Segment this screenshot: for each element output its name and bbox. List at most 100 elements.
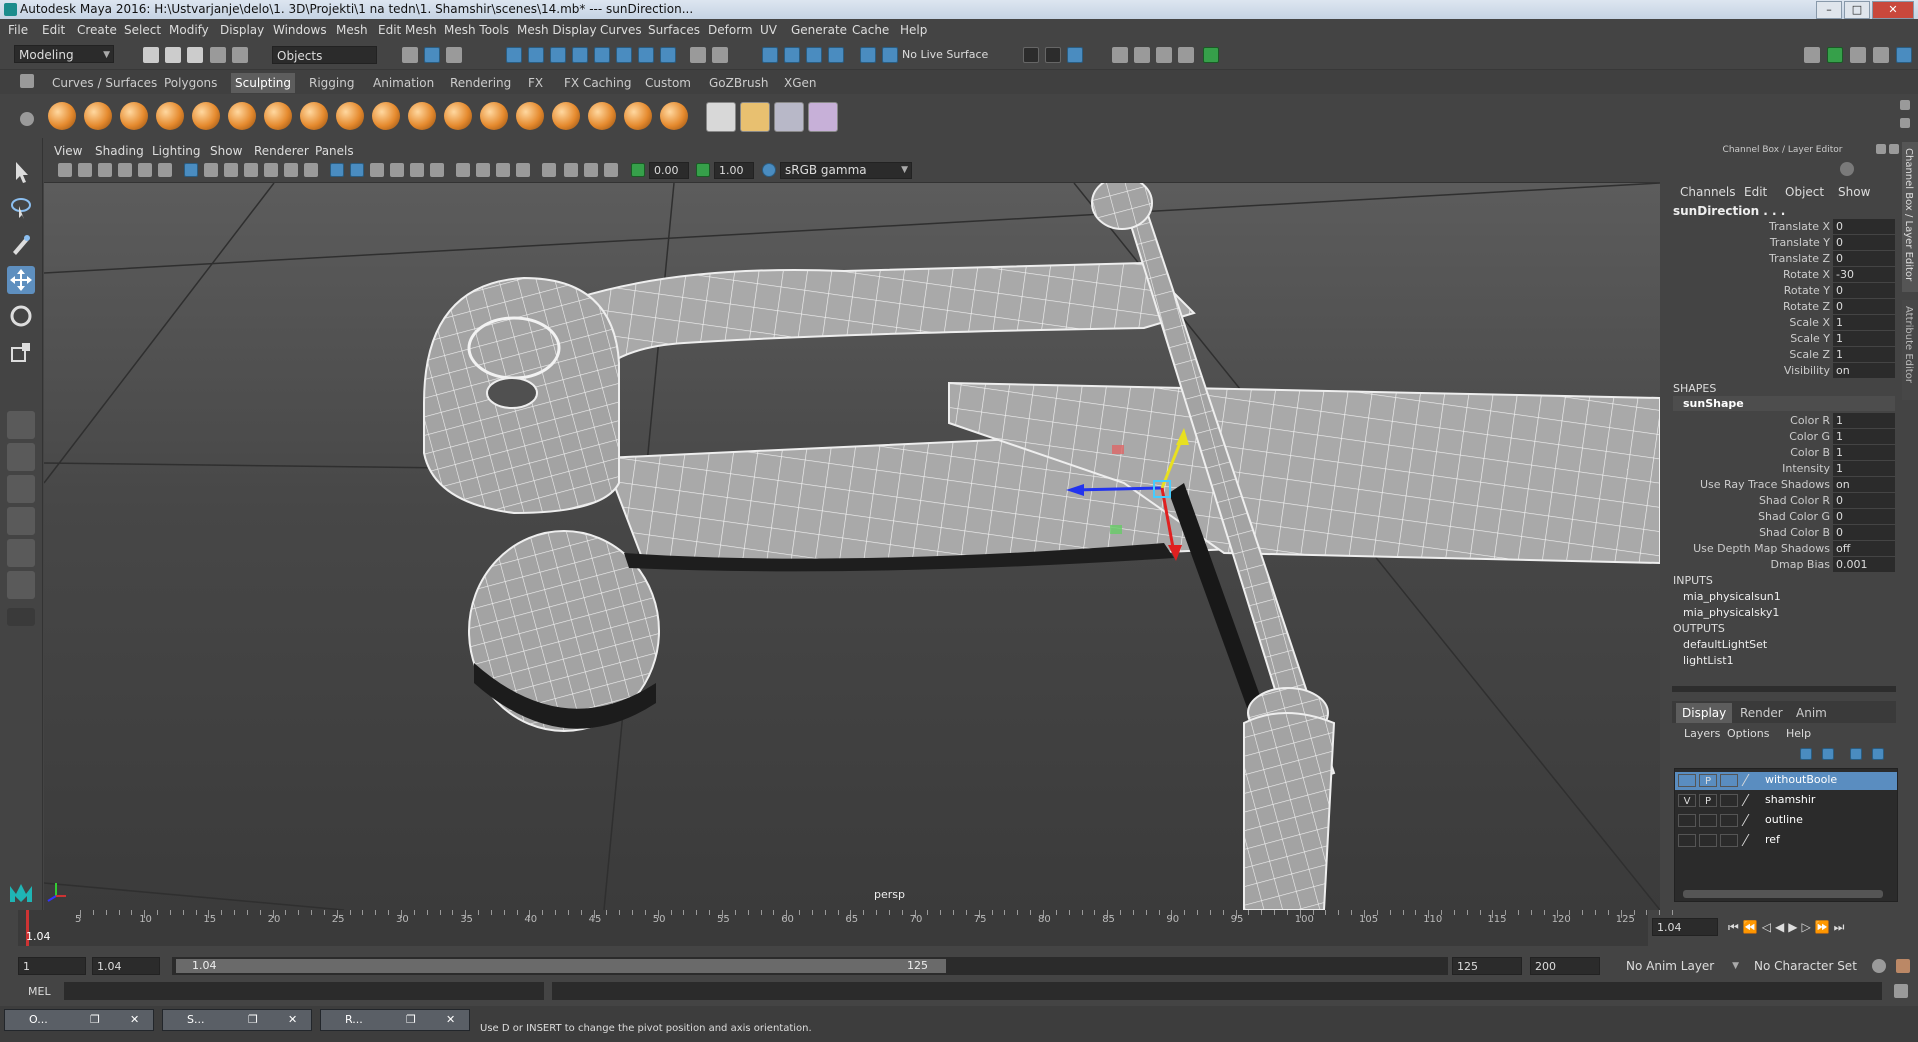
close-icon[interactable]: ✕ [446,1010,455,1030]
vp-menu-lighting[interactable]: Lighting [152,144,201,158]
layer-color-swatch[interactable] [1720,834,1738,847]
snap-surface-icon[interactable] [594,47,610,63]
smooth-tool-icon[interactable] [84,102,112,130]
channel-row[interactable]: Rotate Y0 [1665,283,1900,299]
snap-view-plane-icon[interactable] [572,47,588,63]
restore-icon[interactable]: ❐ [406,1010,416,1030]
close-button[interactable]: ✕ [1872,1,1914,19]
play-backward-icon[interactable]: ◀ [1775,920,1784,935]
select-hierarchy-icon[interactable] [402,47,418,63]
save-scene-icon[interactable] [187,47,203,63]
new-layer-icon[interactable] [1850,748,1862,760]
shelf-menu-icon[interactable] [20,74,34,88]
smooth-shade-icon[interactable] [350,163,364,177]
repeat-tool-icon[interactable] [336,102,364,130]
single-perspective-layout-icon[interactable] [7,411,35,439]
rotate-tool-icon[interactable] [7,302,35,330]
restore-icon[interactable]: ❐ [90,1010,100,1030]
exposure-field[interactable]: 0.00 [649,162,689,179]
minimized-window-3[interactable]: R... ❐ ✕ [320,1009,470,1031]
panel-splitter[interactable] [1672,686,1896,692]
shape-attr-value[interactable]: 0 [1833,509,1895,524]
toggle-channel-box-icon[interactable] [1873,47,1889,63]
shelf-options-icon[interactable] [20,112,34,126]
shape-attr-value[interactable]: 0 [1833,493,1895,508]
fill-tool-icon[interactable] [480,102,508,130]
vp-menu-shading[interactable]: Shading [95,144,144,158]
channel-row[interactable]: Scale X1 [1665,315,1900,331]
undo-icon[interactable] [210,47,226,63]
character-set-selector[interactable]: No Character Set [1750,957,1870,975]
channel-value[interactable]: 0 [1833,299,1895,314]
convert-to-frozen-icon[interactable] [706,102,736,132]
command-language-label[interactable]: MEL [28,985,51,998]
shelf-tab-xgen[interactable]: XGen [780,73,821,93]
xray-joints-icon[interactable] [584,163,598,177]
side-tab-attribute-editor[interactable]: Attribute Editor [1902,300,1918,400]
move-tool-icon[interactable] [7,266,35,294]
shape-attr-value[interactable]: on [1833,477,1895,492]
step-back-frame-icon[interactable]: ◁ [1762,920,1771,935]
menu-surfaces[interactable]: Surfaces [648,23,700,37]
menu-file[interactable]: File [8,23,28,37]
channel-value[interactable]: 1 [1833,315,1895,330]
menu-modify[interactable]: Modify [169,23,209,37]
use-default-material-icon[interactable] [370,163,384,177]
toggle-layers-icon[interactable] [1896,47,1912,63]
channel-value[interactable]: 0 [1833,251,1895,266]
vp-menu-panels[interactable]: Panels [315,144,354,158]
close-icon[interactable]: ✕ [130,1010,139,1030]
menu-mesh-tools[interactable]: Mesh Tools [444,23,509,37]
show-menu[interactable]: Show [1838,185,1870,199]
anim-layer-selector[interactable]: No Anim Layer ▼ [1622,957,1742,975]
layer-list-scrollbar[interactable] [1683,890,1883,898]
shadows-icon[interactable] [456,163,470,177]
imprint-tool-icon[interactable] [372,102,400,130]
command-input[interactable] [64,982,544,1000]
channel-box-options-icon[interactable] [1840,162,1854,176]
vp-menu-renderer[interactable]: Renderer [254,144,309,158]
menu-edit-mesh[interactable]: Edit Mesh [378,23,437,37]
shelf-tab-rendering[interactable]: Rendering [446,73,515,93]
edit-menu[interactable]: Edit [1744,185,1767,199]
safe-action-icon[interactable] [284,163,298,177]
shape-attr-row[interactable]: Shad Color G0 [1665,509,1900,525]
textured-icon[interactable] [410,163,424,177]
shape-name-row[interactable]: sunShape [1673,396,1895,411]
scale-tool-icon[interactable] [7,338,35,366]
shape-attr-row[interactable]: Use Ray Trace Shadows on [1665,477,1900,493]
shape-attr-row[interactable]: Dmap Bias 0.001 [1665,557,1900,573]
object-menu[interactable]: Object [1785,185,1824,199]
go-to-start-icon[interactable]: ⏮ [1728,920,1739,935]
range-slider-bar[interactable] [176,959,946,973]
restore-icon[interactable]: ❐ [248,1010,258,1030]
minimize-button[interactable]: – [1816,1,1842,19]
step-forward-key-icon[interactable]: ⏩ [1815,920,1830,935]
shelf-scroll-up-icon[interactable] [1900,100,1910,110]
side-tab-channel-box[interactable]: Channel Box / Layer Editor [1902,142,1918,292]
minimized-window-1[interactable]: O... ❐ ✕ [4,1009,154,1031]
image-plane-icon[interactable] [118,163,132,177]
render-settings-icon[interactable] [1178,47,1194,63]
layer-row-outline[interactable]: outline [1675,812,1897,830]
new-layer-selected-icon[interactable] [1872,748,1884,760]
menu-help[interactable]: Help [900,23,927,37]
bulge-tool-icon[interactable] [588,102,616,130]
wireframe-on-shaded-icon[interactable] [390,163,404,177]
channel-value[interactable]: 1 [1833,331,1895,346]
layers-menu[interactable]: Layers [1684,727,1720,740]
select-component-icon[interactable] [446,47,462,63]
channel-row[interactable]: Visibility on [1665,363,1900,379]
snap-live-icon[interactable] [806,47,822,63]
motion-blur-icon[interactable] [496,163,510,177]
shelf-tab-animation[interactable]: Animation [369,73,438,93]
shelf-tab-fx-caching[interactable]: FX Caching [560,73,635,93]
anti-aliasing-icon[interactable] [516,163,530,177]
shape-attr-value[interactable]: 0.001 [1833,557,1895,572]
shape-attr-value[interactable]: 1 [1833,461,1895,476]
selected-object-name[interactable]: sunDirection . . . [1673,204,1785,218]
channel-value[interactable]: on [1833,363,1895,378]
amplify-tool-icon[interactable] [624,102,652,130]
xray-components-icon[interactable] [604,163,618,177]
layer-row-withoutboole[interactable]: P withoutBoole [1675,772,1897,790]
